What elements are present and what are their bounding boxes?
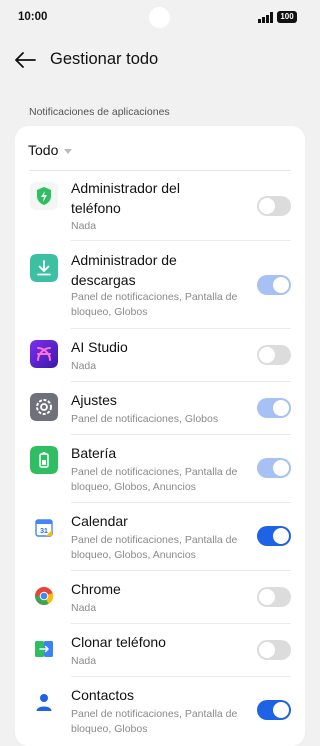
notification-toggle[interactable]	[257, 587, 291, 607]
ai-studio-icon	[30, 340, 58, 368]
app-name: Administrador de descargas	[71, 252, 177, 288]
back-arrow-icon[interactable]	[13, 50, 37, 70]
notification-toggle[interactable]	[257, 275, 291, 295]
clone-phone-icon	[30, 635, 58, 663]
front-camera	[149, 7, 170, 28]
section-title: Notificaciones de aplicaciones	[29, 106, 170, 118]
divider	[71, 381, 291, 382]
app-row-ajustes[interactable]: Ajustes Panel de notificaciones, Globos	[15, 381, 305, 434]
svg-text:31: 31	[40, 528, 48, 535]
status-time: 10:00	[18, 11, 48, 23]
divider	[71, 676, 291, 677]
app-subtitle: Panel de notificaciones, Pantalla de blo…	[71, 291, 238, 318]
app-row-calendar[interactable]: 31 Calendar Panel de notificaciones, Pan…	[15, 502, 305, 570]
app-row-chrome[interactable]: Chrome Nada	[15, 570, 305, 623]
app-row-ai-studio[interactable]: AI Studio Nada	[15, 328, 305, 381]
divider	[71, 623, 291, 624]
app-row-administrador-descargas[interactable]: Administrador de descargas Panel de noti…	[15, 240, 305, 328]
app-subtitle: Panel de notificaciones, Pantalla de blo…	[71, 534, 238, 561]
notification-toggle[interactable]	[257, 458, 291, 478]
notification-toggle[interactable]	[257, 526, 291, 546]
battery-icon: 100	[277, 11, 297, 23]
app-name: Administrador del teléfono	[71, 180, 180, 216]
app-subtitle: Nada	[71, 655, 97, 667]
calendar-icon: 31	[30, 514, 58, 542]
app-row-contactos[interactable]: Contactos Panel de notificaciones, Panta…	[15, 676, 305, 744]
divider	[71, 502, 291, 503]
status-bar: 10:00 100	[0, 0, 319, 36]
filter-dropdown[interactable]: Todo	[28, 142, 73, 158]
app-name: Clonar teléfono	[71, 634, 166, 650]
divider	[71, 570, 291, 571]
filter-label: Todo	[28, 142, 59, 158]
app-name: Batería	[71, 445, 117, 461]
app-name: Chrome	[71, 581, 121, 597]
app-name: Calendar	[71, 513, 128, 529]
apps-card: Todo Administrador del teléfono Nada Adm…	[15, 126, 305, 746]
app-name: Contactos	[71, 687, 135, 703]
app-subtitle: Nada	[71, 360, 97, 372]
app-name: AI Studio	[71, 339, 128, 355]
app-name: Ajustes	[71, 392, 117, 408]
app-row-administrador-telefono[interactable]: Administrador del teléfono Nada	[15, 170, 305, 240]
divider	[71, 328, 291, 329]
download-manager-icon	[30, 254, 58, 282]
app-row-clonar-telefono[interactable]: Clonar teléfono Nada	[15, 623, 305, 676]
notification-toggle[interactable]	[257, 398, 291, 418]
notification-toggle[interactable]	[257, 700, 291, 720]
notification-toggle[interactable]	[257, 345, 291, 365]
app-row-bateria[interactable]: Batería Panel de notificaciones, Pantall…	[15, 434, 305, 502]
signal-icon	[258, 12, 273, 23]
caret-down-icon	[64, 148, 73, 154]
page-title: Gestionar todo	[50, 50, 159, 68]
settings-icon	[30, 393, 58, 421]
app-subtitle: Nada	[71, 220, 97, 232]
app-subtitle: Panel de notificaciones, Pantalla de blo…	[71, 466, 238, 493]
battery-app-icon	[30, 446, 58, 474]
phone-manager-icon	[30, 182, 58, 210]
divider	[71, 434, 291, 435]
notification-toggle[interactable]	[257, 196, 291, 216]
notification-toggle[interactable]	[257, 640, 291, 660]
app-subtitle: Panel de notificaciones, Globos	[71, 413, 219, 425]
chrome-icon	[30, 582, 58, 610]
divider	[71, 240, 291, 241]
app-subtitle: Nada	[71, 602, 97, 614]
